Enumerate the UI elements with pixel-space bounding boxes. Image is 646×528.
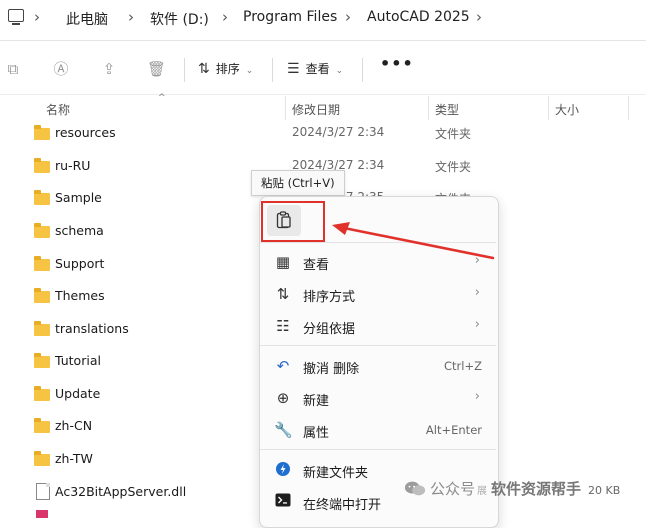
file-type: 文件夹 <box>435 127 472 141</box>
breadcrumb-this-pc[interactable]: 此电脑 <box>66 9 108 29</box>
view-button[interactable]: ☰ 查看 ⌄ <box>287 60 343 77</box>
menu-separator <box>260 345 496 346</box>
file-name: ru-RU <box>55 158 91 173</box>
breadcrumb-autocad[interactable]: AutoCAD 2025 <box>367 9 470 25</box>
file-name: zh-CN <box>55 418 93 433</box>
watermark-sub: 展 <box>477 486 488 497</box>
folder-icon <box>34 418 50 433</box>
delete-icon[interactable]: 🗑 <box>147 60 166 78</box>
toolbar-divider <box>184 58 185 82</box>
menu-item-properties[interactable]: 🔧 属性 Alt+Enter <box>262 415 494 445</box>
folder-icon <box>34 256 50 271</box>
grid-icon: ▦ <box>275 253 291 271</box>
folder-icon <box>34 288 50 303</box>
file-name: Update <box>55 386 101 401</box>
wechat-logo-icon <box>404 481 426 496</box>
red-arrow-annotation <box>332 222 495 260</box>
more-options-button[interactable]: ••• <box>380 54 414 73</box>
chevron-right-icon[interactable]: › <box>476 8 482 26</box>
menu-item-label: 查看 <box>303 258 330 273</box>
group-list-icon: ☷ <box>276 317 290 335</box>
menu-item-label: 属性 <box>303 426 330 441</box>
file-name: Sample <box>55 190 102 205</box>
file-name: schema <box>55 223 104 238</box>
breadcrumb-program-files[interactable]: Program Files <box>243 9 337 25</box>
file-type: 文件夹 <box>435 160 472 174</box>
menu-item-label: 新建文件夹 <box>303 466 369 481</box>
folder-icon <box>34 321 50 336</box>
share-icon[interactable]: ⇪ <box>100 60 118 78</box>
folder-icon <box>34 158 50 173</box>
folder-icon <box>34 125 50 140</box>
dll-file-icon <box>36 483 50 500</box>
address-divider <box>0 40 646 41</box>
toolbar-divider <box>272 58 273 82</box>
menu-item-label: 排序方式 <box>303 290 356 305</box>
sort-icon: ⇅ <box>198 61 210 77</box>
undo-icon: ↶ <box>276 357 290 375</box>
menu-item-sort-by[interactable]: ⇅ 排序方式 › <box>262 279 494 309</box>
file-name: zh-TW <box>55 451 93 466</box>
folder-icon <box>34 353 50 368</box>
view-icon: ☰ <box>287 61 300 77</box>
folder-icon <box>34 451 50 466</box>
this-pc-icon[interactable] <box>8 9 24 25</box>
chevron-right-icon: › <box>474 285 480 300</box>
chevron-right-icon[interactable]: › <box>222 8 228 26</box>
chevron-down-icon: ⌄ <box>335 66 344 76</box>
watermark-label: 公众号 <box>430 480 476 498</box>
watermark: 公众号展软件资源帮手 <box>404 478 581 499</box>
copy-icon[interactable]: ⧉ <box>4 60 22 78</box>
breadcrumb-drive-d[interactable]: 软件 (D:) <box>150 9 209 29</box>
file-name: Tutorial <box>55 353 101 368</box>
file-name: resources <box>55 125 116 140</box>
menu-item-label: 新建 <box>303 394 330 409</box>
wrench-icon: 🔧 <box>274 421 293 439</box>
menu-item-shortcut: Ctrl+Z <box>444 359 482 373</box>
chevron-right-icon[interactable]: › <box>34 8 40 26</box>
menu-item-shortcut: Alt+Enter <box>425 423 482 437</box>
sort-icon: ⇅ <box>276 285 290 303</box>
menu-separator <box>260 449 496 450</box>
toolbar-divider <box>362 58 363 82</box>
new-folder-icon <box>274 461 292 479</box>
sort-ascending-icon: ^ <box>158 93 166 103</box>
menu-item-new[interactable]: ⊕ 新建 › <box>262 383 494 413</box>
paste-highlight-box <box>261 201 325 242</box>
folder-icon <box>34 190 50 205</box>
address-bar: › 此电脑 › 软件 (D:) › Program Files › AutoCA… <box>0 0 646 38</box>
terminal-icon <box>274 493 292 511</box>
command-bar: ⧉ Ⓐ ⇪ 🗑 ⇅ 排序 ⌄ ☰ 查看 ⌄ <box>0 46 646 92</box>
file-name: Themes <box>55 288 105 303</box>
chevron-right-icon: › <box>474 389 480 404</box>
chevron-down-icon: ⌄ <box>245 66 254 76</box>
file-icon <box>36 510 48 518</box>
view-label: 查看 <box>305 62 330 76</box>
rename-icon[interactable]: Ⓐ <box>52 60 70 78</box>
chevron-right-icon[interactable]: › <box>128 8 134 26</box>
file-row[interactable]: resources 2024/3/27 2:34 文件夹 <box>0 116 646 148</box>
menu-item-undo-delete[interactable]: ↶ 撤消 删除 Ctrl+Z <box>262 351 494 381</box>
chevron-right-icon[interactable]: › <box>345 8 351 26</box>
file-size: 20 KB <box>588 484 621 497</box>
folder-icon <box>34 223 50 238</box>
chevron-right-icon: › <box>474 317 480 332</box>
paste-tooltip: 粘贴 (Ctrl+V) <box>251 170 345 196</box>
menu-item-label: 分组依据 <box>303 322 356 337</box>
sort-label: 排序 <box>215 62 240 76</box>
add-circle-icon: ⊕ <box>276 389 290 407</box>
menu-item-label: 撤消 删除 <box>303 362 360 377</box>
watermark-account-name: 软件资源帮手 <box>491 480 582 498</box>
file-name: Support <box>55 256 105 271</box>
toolbar-divider <box>0 94 646 95</box>
menu-item-group-by[interactable]: ☷ 分组依据 › <box>262 311 494 341</box>
file-date: 2024/3/27 2:34 <box>292 125 385 139</box>
folder-icon <box>34 386 50 401</box>
sort-button[interactable]: ⇅ 排序 ⌄ <box>198 60 253 77</box>
file-name: translations <box>55 321 129 336</box>
menu-item-label: 在终端中打开 <box>303 498 382 513</box>
file-name: Ac32BitAppServer.dll <box>55 484 187 499</box>
